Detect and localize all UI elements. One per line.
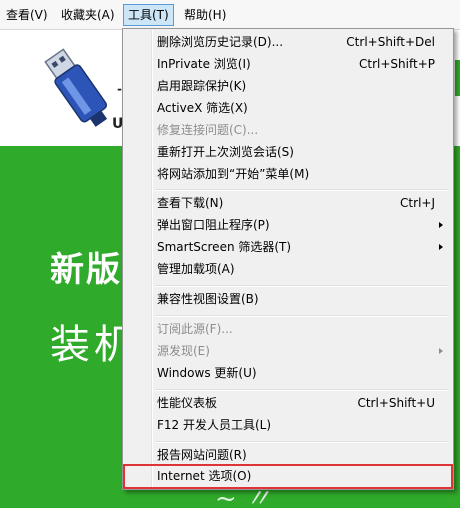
menu-item-label: 兼容性视图设置(B) xyxy=(157,292,259,306)
menu-item-label: 删除浏览历史记录(D)... xyxy=(157,35,284,49)
menu-item-f12-devtools[interactable]: F12 开发人员工具(L) xyxy=(125,414,451,436)
menu-item-label: 性能仪表板 xyxy=(157,396,218,410)
menu-item-shortcut: Ctrl+J xyxy=(400,196,435,210)
menu-item-label: Windows 更新(U) xyxy=(157,366,257,380)
menu-item-label: 弹出窗口阻止程序(P) xyxy=(157,218,270,232)
menu-help[interactable]: 帮助(H) xyxy=(180,4,230,26)
menu-item-report-site[interactable]: 报告网站问题(R) xyxy=(125,444,451,466)
menu-item-label: 源发现(E) xyxy=(157,344,210,358)
menu-item-label: 将网站添加到“开始”菜单(M) xyxy=(157,167,310,181)
menu-separator xyxy=(155,441,449,443)
menu-separator xyxy=(155,285,449,287)
menu-item-compat-view[interactable]: 兼容性视图设置(B) xyxy=(125,288,451,310)
menu-item-label: Internet 选项(O) xyxy=(157,469,252,483)
menu-item-smartscreen[interactable]: SmartScreen 筛选器(T) xyxy=(125,236,451,258)
menu-separator xyxy=(155,389,449,391)
menu-item-label: 修复连接问题(C)... xyxy=(157,123,259,137)
menu-separator xyxy=(155,315,449,317)
page-green-strip xyxy=(455,60,460,96)
menu-item-shortcut: Ctrl+Shift+U xyxy=(357,396,435,410)
menu-item-label: InPrivate 浏览(I) xyxy=(157,57,251,71)
usb-logo-icon xyxy=(44,48,108,127)
menu-item-tracking-protection[interactable]: 启用跟踪保护(K) xyxy=(125,75,451,97)
menu-item-label: 启用跟踪保护(K) xyxy=(157,79,247,93)
hero-heading: 新版 xyxy=(50,250,122,290)
menu-item-fix-connection: 修复连接问题(C)... xyxy=(125,119,451,141)
menu-item-subscribe-feed: 订阅此源(F)... xyxy=(125,318,451,340)
menu-item-reopen-session[interactable]: 重新打开上次浏览会话(S) xyxy=(125,141,451,163)
menu-item-view-downloads[interactable]: 查看下载(N) Ctrl+J xyxy=(125,192,451,214)
menu-item-internet-options[interactable]: Internet 选项(O) xyxy=(123,464,453,489)
menu-item-add-to-start[interactable]: 将网站添加到“开始”菜单(M) xyxy=(125,163,451,185)
menu-item-activex-filter[interactable]: ActiveX 筛选(X) xyxy=(125,97,451,119)
menu-item-manage-addons[interactable]: 管理加载项(A) xyxy=(125,258,451,280)
menu-item-windows-update[interactable]: Windows 更新(U) xyxy=(125,362,451,384)
submenu-arrow-icon xyxy=(439,348,443,354)
menu-item-feed-discovery: 源发现(E) xyxy=(125,340,451,362)
menu-item-label: SmartScreen 筛选器(T) xyxy=(157,240,292,254)
menu-item-label: F12 开发人员工具(L) xyxy=(157,418,272,432)
menu-item-shortcut: Ctrl+Shift+Del xyxy=(346,35,435,49)
menu-separator xyxy=(155,189,449,191)
menu-view[interactable]: 查看(V) xyxy=(2,4,52,26)
menu-item-inprivate[interactable]: InPrivate 浏览(I) Ctrl+Shift+P xyxy=(125,53,451,75)
submenu-arrow-icon xyxy=(439,244,443,250)
menu-item-popup-blocker[interactable]: 弹出窗口阻止程序(P) xyxy=(125,214,451,236)
menu-bar: 查看(V) 收藏夹(A) 工具(T) 帮助(H) xyxy=(0,0,460,30)
menu-tools[interactable]: 工具(T) xyxy=(123,4,174,26)
submenu-arrow-icon xyxy=(439,222,443,228)
menu-item-label: 报告网站问题(R) xyxy=(157,448,247,462)
menu-item-label: ActiveX 筛选(X) xyxy=(157,101,248,115)
menu-item-shortcut: Ctrl+Shift+P xyxy=(359,57,435,71)
menu-item-label: 查看下载(N) xyxy=(157,196,224,210)
menu-item-delete-history[interactable]: 删除浏览历史记录(D)... Ctrl+Shift+Del xyxy=(125,31,451,53)
menu-item-label: 重新打开上次浏览会话(S) xyxy=(157,145,294,159)
menu-item-performance-dashboard[interactable]: 性能仪表板 Ctrl+Shift+U xyxy=(125,392,451,414)
menu-item-label: 订阅此源(F)... xyxy=(157,322,233,336)
menu-favorites[interactable]: 收藏夹(A) xyxy=(57,4,119,26)
menu-item-label: 管理加载项(A) xyxy=(157,262,235,276)
tools-dropdown-menu: 删除浏览历史记录(D)... Ctrl+Shift+Del InPrivate … xyxy=(122,28,454,490)
